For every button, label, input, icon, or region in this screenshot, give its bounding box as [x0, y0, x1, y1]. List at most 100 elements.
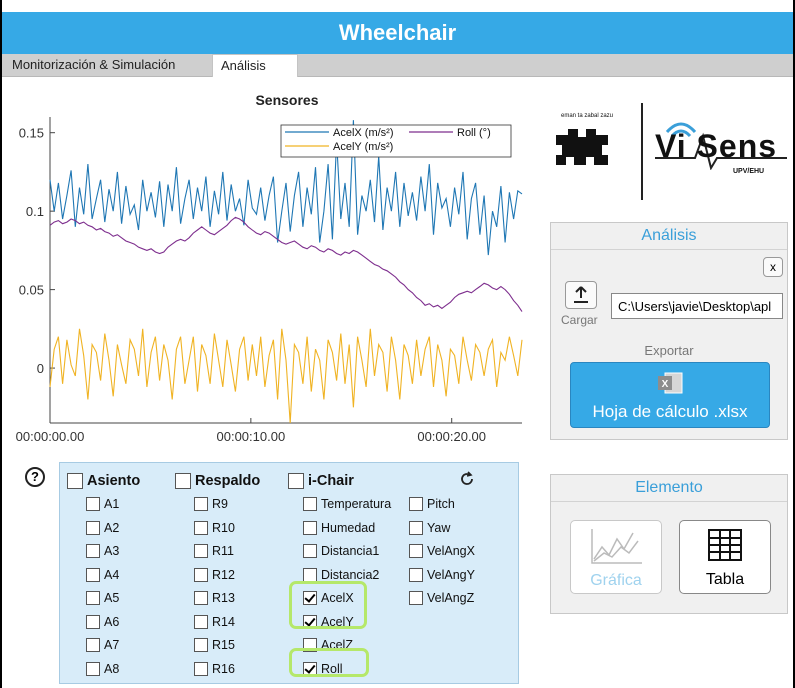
checkbox-box[interactable]: [194, 520, 208, 535]
checkbox-yaw[interactable]: Yaw: [409, 520, 450, 535]
chart-plot-area: [49, 120, 523, 424]
legend-label: AcelY (m/s²): [333, 141, 393, 153]
checkbox-r14[interactable]: R14: [194, 614, 235, 629]
x-tick-label: 00:00:10.00: [217, 429, 286, 444]
checkbox-box[interactable]: [86, 544, 100, 558]
checkbox-box[interactable]: [409, 497, 423, 511]
series-line-1: [49, 328, 523, 424]
checkbox-distancia2[interactable]: Distancia2: [303, 567, 380, 582]
checkbox-pitch-label: Pitch: [427, 497, 455, 511]
checkbox-a2-label: A2: [104, 520, 120, 535]
checkbox-box[interactable]: [86, 638, 100, 652]
checkbox-box[interactable]: [409, 520, 423, 535]
tab-monitorizacion[interactable]: Monitorización & Simulación: [4, 54, 183, 76]
tab-analisis[interactable]: Análisis: [212, 54, 298, 77]
checkbox-velangz-label: VelAngZ: [427, 591, 475, 605]
checkbox-box[interactable]: [194, 497, 208, 511]
series-line-2: [49, 216, 523, 312]
checkbox-box[interactable]: [409, 544, 423, 558]
checkbox-velangy-label: VelAngY: [427, 567, 475, 582]
checkbox-a2[interactable]: A2: [86, 520, 120, 535]
checkbox-a5[interactable]: A5: [86, 591, 119, 605]
checkbox-velangx-label: VelAngX: [427, 544, 475, 558]
checkbox-box[interactable]: [175, 473, 191, 489]
checkbox-temperatura-label: Temperatura: [321, 497, 392, 511]
checkbox-box[interactable]: [288, 473, 304, 489]
checkbox-velangz[interactable]: VelAngZ: [409, 591, 474, 605]
tab-bar: Monitorización & Simulación Análisis: [2, 54, 793, 77]
checkbox-a3[interactable]: A3: [86, 544, 119, 558]
checkbox-box[interactable]: [86, 567, 100, 582]
checkbox-temperatura[interactable]: Temperatura: [303, 497, 391, 511]
checkbox-box[interactable]: [194, 661, 208, 676]
checkbox-r13[interactable]: R13: [194, 591, 235, 605]
checkbox-box[interactable]: [303, 544, 317, 558]
checkbox-r10[interactable]: R10: [194, 520, 235, 535]
tabla-button[interactable]: Tabla: [679, 520, 771, 594]
checkbox-respaldo-label: Respaldo: [195, 473, 261, 489]
x-tick-label: 00:00:00.00: [16, 429, 85, 444]
export-xlsx-button[interactable]: X Hoja de cálculo .xlsx: [570, 362, 770, 428]
line-chart-icon: [591, 529, 642, 564]
visens-text: Vi Sens: [655, 128, 778, 164]
checkbox-ichair[interactable]: i-Chair: [288, 473, 354, 489]
file-path-field[interactable]: C:\Users\javie\Desktop\apl: [611, 293, 783, 319]
checkbox-pitch[interactable]: Pitch: [409, 497, 455, 511]
checkbox-box[interactable]: [194, 544, 208, 558]
legend-label: AcelX (m/s²): [333, 127, 394, 139]
help-icon[interactable]: ?: [25, 467, 45, 487]
y-tick-label: 0: [37, 361, 44, 376]
checkbox-a1[interactable]: A1: [86, 497, 119, 511]
checkbox-box[interactable]: [303, 567, 317, 582]
checkbox-r11-label: R11: [212, 544, 235, 558]
ehu-logo-text: eman ta zabal zazu: [560, 113, 614, 119]
checkbox-humedad[interactable]: Humedad: [303, 520, 375, 535]
upload-icon: [574, 286, 588, 303]
checkbox-box[interactable]: [303, 520, 317, 535]
legend-label: Roll (°): [457, 127, 491, 139]
checkbox-box[interactable]: [86, 520, 100, 535]
checkbox-box[interactable]: [409, 567, 423, 582]
checkbox-r15[interactable]: R15: [194, 638, 235, 652]
checkbox-r16-label: R16: [212, 661, 235, 676]
y-tick-label: 0.15: [19, 126, 44, 141]
checkbox-a8[interactable]: A8: [86, 661, 119, 676]
checkbox-a7-label: A7: [104, 638, 120, 652]
logo-divider: [641, 103, 643, 200]
refresh-icon[interactable]: [458, 470, 476, 488]
checkbox-velangx[interactable]: VelAngX: [409, 544, 475, 558]
checkbox-a7[interactable]: A7: [86, 638, 119, 652]
visens-logo: Vi Sens UPV/EHU: [655, 110, 790, 190]
checkbox-box[interactable]: [194, 567, 208, 582]
checkbox-r12[interactable]: R12: [194, 567, 235, 582]
checkbox-respaldo[interactable]: Respaldo: [175, 473, 260, 489]
checkbox-box[interactable]: [194, 614, 208, 629]
checkbox-r9[interactable]: R9: [194, 497, 228, 511]
sensores-chart: Sensores 0 0.05 0.1 0.15 00:00:00.00 00:00:10…: [16, 92, 523, 444]
checkbox-distancia2-label: Distancia2: [321, 567, 380, 582]
checkbox-box[interactable]: [67, 473, 83, 489]
upload-button[interactable]: [565, 281, 597, 309]
checkbox-box[interactable]: [194, 591, 208, 605]
ehu-logo: eman ta zabal zazu: [552, 105, 632, 175]
checkbox-box[interactable]: [303, 497, 317, 511]
highlight-acel: [289, 581, 367, 629]
y-tick-label: 0.1: [26, 204, 44, 219]
checkbox-velangy[interactable]: VelAngY: [409, 567, 475, 582]
checkbox-asiento[interactable]: Asiento: [67, 473, 140, 489]
checkbox-a6[interactable]: A6: [86, 614, 119, 629]
checkbox-box[interactable]: [86, 661, 100, 676]
checkbox-box[interactable]: [86, 497, 100, 511]
checkbox-box[interactable]: [86, 614, 100, 629]
cargar-label: Cargar: [561, 313, 598, 327]
checkbox-r16[interactable]: R16: [194, 661, 235, 676]
checkbox-box[interactable]: [409, 591, 423, 605]
checkbox-box[interactable]: [194, 638, 208, 652]
close-button[interactable]: x: [763, 257, 783, 277]
checkbox-distancia1[interactable]: Distancia1: [303, 544, 379, 558]
checkbox-box[interactable]: [86, 591, 100, 605]
checkbox-a4[interactable]: A4: [86, 567, 119, 582]
grafica-button[interactable]: Gráfica: [570, 520, 662, 594]
checkbox-r11[interactable]: R11: [194, 544, 234, 558]
visens-subtext: UPV/EHU: [733, 168, 765, 175]
